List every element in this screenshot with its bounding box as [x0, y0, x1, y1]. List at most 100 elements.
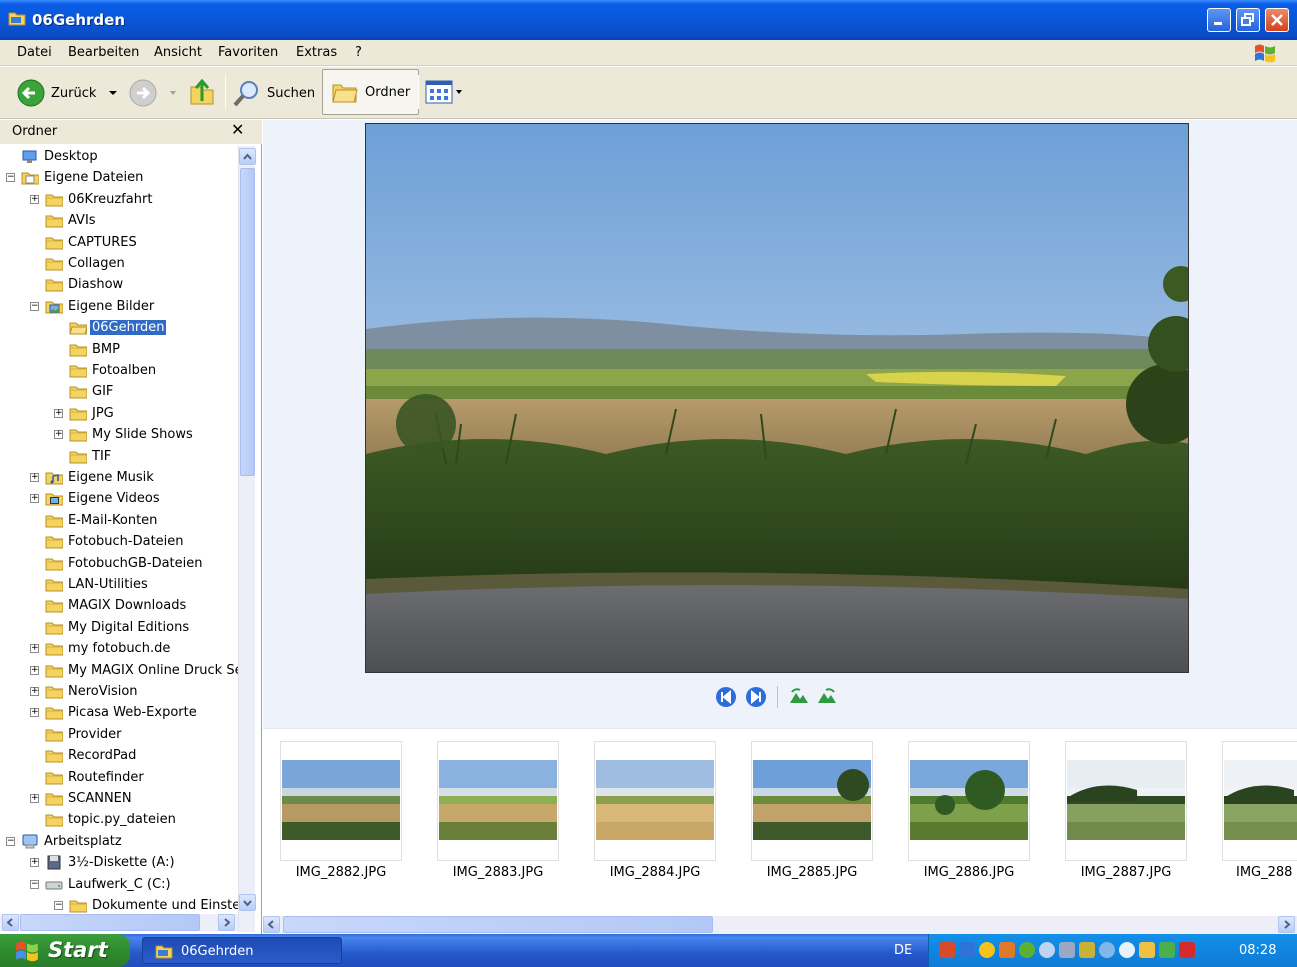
chevron-down-icon[interactable] — [108, 88, 118, 98]
tree-item-tif[interactable]: TIF — [54, 446, 111, 467]
tree-item-avis[interactable]: AVIs — [30, 210, 96, 231]
collapse-icon[interactable]: − — [6, 173, 15, 183]
tree-item-fotobuch-dateien[interactable]: Fotobuch-Dateien — [30, 531, 184, 552]
tree-item-jpg[interactable]: + JPG — [54, 403, 114, 424]
tray-app-icon[interactable] — [979, 942, 995, 958]
tree-item-eigene-videos[interactable]: + Eigene Videos — [30, 488, 160, 509]
tree-item-gif[interactable]: GIF — [54, 381, 113, 402]
tray-app-icon[interactable] — [1059, 942, 1075, 958]
chevron-down-icon[interactable] — [169, 89, 177, 97]
tree-item-desktop[interactable]: Desktop — [6, 146, 98, 167]
tree-item-3-diskette-a[interactable]: +3½-Diskette (A:) — [30, 852, 175, 873]
expand-icon[interactable]: + — [30, 858, 39, 868]
previous-image-icon[interactable] — [715, 686, 737, 708]
tree-item-topic-py-dateien[interactable]: topic.py_dateien — [30, 809, 176, 830]
tree-item-lan-utilities[interactable]: LAN-Utilities — [30, 574, 148, 595]
minimize-button[interactable] — [1207, 8, 1231, 32]
filmstrip-horizontal-scrollbar[interactable] — [263, 916, 1297, 933]
tree-item-collagen[interactable]: Collagen — [30, 253, 125, 274]
tree-item-eigene-dateien[interactable]: − Eigene Dateien — [6, 167, 143, 188]
thumbnail[interactable] — [437, 741, 559, 861]
tree-item-laufwerk-c-c[interactable]: − Laufwerk_C (C:) — [30, 874, 171, 895]
forward-button[interactable] — [129, 79, 177, 107]
tree-item-06gehrden[interactable]: 06Gehrden — [54, 317, 167, 338]
up-folder-button[interactable] — [188, 77, 216, 107]
scroll-left-button[interactable] — [263, 916, 280, 933]
tray-app-icon[interactable] — [1099, 942, 1115, 958]
collapse-icon[interactable]: − — [30, 879, 39, 889]
next-image-icon[interactable] — [745, 686, 767, 708]
tray-app-icon[interactable] — [1139, 942, 1155, 958]
tree-item-e-mail-konten[interactable]: E-Mail-Konten — [30, 510, 157, 531]
expand-icon[interactable]: + — [30, 794, 39, 803]
tray-app-icon[interactable] — [1159, 942, 1175, 958]
expand-icon[interactable]: + — [54, 408, 63, 418]
thumbnail[interactable] — [280, 741, 402, 861]
tray-app-icon[interactable] — [939, 942, 955, 958]
menu-extras[interactable]: Extras — [296, 45, 337, 60]
tree-item-scannen[interactable]: + SCANNEN — [30, 788, 132, 809]
collapse-icon[interactable]: − — [30, 301, 39, 311]
close-pane-icon[interactable]: ✕ — [231, 120, 244, 139]
menu-datei[interactable]: Datei — [17, 45, 52, 60]
views-button[interactable] — [425, 80, 463, 104]
tree-item-routefinder[interactable]: Routefinder — [30, 767, 144, 788]
tree-item-picasa-web-exporte[interactable]: + Picasa Web-Exporte — [30, 702, 197, 723]
rotate-right-icon[interactable] — [816, 687, 838, 707]
expand-icon[interactable]: + — [30, 194, 39, 204]
back-button[interactable]: Zurück — [17, 79, 118, 107]
tree-item-nerovision[interactable]: + NeroVision — [30, 681, 138, 702]
language-indicator[interactable]: DE — [894, 943, 912, 958]
tree-item-eigene-musik[interactable]: + Eigene Musik — [30, 467, 154, 488]
tree-item-my-magix-online-druck-ser[interactable]: + My MAGIX Online Druck Ser — [30, 660, 238, 681]
scroll-up-button[interactable] — [239, 148, 256, 165]
tree-item-my-fotobuch-de[interactable]: + my fotobuch.de — [30, 638, 170, 659]
tree-item-fotobuchgb-dateien[interactable]: FotobuchGB-Dateien — [30, 553, 203, 574]
scroll-thumb[interactable] — [283, 916, 713, 933]
scroll-thumb[interactable] — [240, 168, 255, 476]
tree-horizontal-scrollbar[interactable] — [0, 914, 238, 931]
expand-icon[interactable]: + — [30, 473, 39, 482]
menu-ansicht[interactable]: Ansicht — [154, 45, 202, 60]
menu-favoriten[interactable]: Favoriten — [218, 45, 278, 60]
tree-item-provider[interactable]: Provider — [30, 724, 122, 745]
expand-icon[interactable]: + — [30, 494, 39, 504]
tray-app-icon[interactable] — [1119, 942, 1135, 958]
menu-help[interactable]: ? — [355, 45, 362, 60]
collapse-icon[interactable]: − — [6, 836, 15, 846]
tree-item-06kreuzfahrt[interactable]: +06Kreuzfahrt — [30, 189, 152, 210]
folders-button[interactable]: Ordner — [322, 69, 420, 115]
expand-icon[interactable]: + — [30, 687, 39, 696]
tray-app-icon[interactable] — [1179, 942, 1195, 958]
scroll-thumb[interactable] — [20, 914, 200, 931]
chevron-down-icon[interactable] — [455, 88, 463, 96]
tray-app-icon[interactable] — [959, 942, 975, 958]
photo-preview[interactable] — [365, 123, 1189, 673]
tray-app-icon[interactable] — [1039, 942, 1055, 958]
scroll-right-button[interactable] — [1278, 916, 1295, 933]
restore-button[interactable] — [1236, 8, 1260, 32]
tree-item-my-digital-editions[interactable]: My Digital Editions — [30, 617, 189, 638]
start-button[interactable]: Start — [0, 934, 130, 967]
collapse-icon[interactable]: − — [54, 901, 63, 910]
taskbar-window-06gehrden[interactable]: 06Gehrden — [142, 937, 342, 964]
tree-item-my-slide-shows[interactable]: + My Slide Shows — [54, 424, 193, 445]
tray-app-icon[interactable] — [999, 942, 1015, 958]
tree-item-captures[interactable]: CAPTURES — [30, 232, 137, 253]
thumbnail[interactable] — [1065, 741, 1187, 861]
expand-icon[interactable]: + — [30, 644, 39, 654]
rotate-left-icon[interactable] — [788, 687, 810, 707]
expand-icon[interactable]: + — [54, 430, 63, 440]
tray-app-icon[interactable] — [1019, 942, 1035, 958]
tree-item-eigene-bilder[interactable]: − Eigene Bilder — [30, 296, 154, 317]
tray-app-icon[interactable] — [1079, 942, 1095, 958]
search-button[interactable]: Suchen — [232, 78, 315, 108]
expand-icon[interactable]: + — [30, 708, 39, 718]
expand-icon[interactable]: + — [30, 665, 39, 675]
tree-item-recordpad[interactable]: RecordPad — [30, 745, 136, 766]
tree-item-dokumente-und-einstellu[interactable]: − Dokumente und Einstellu — [54, 895, 238, 916]
thumbnail[interactable] — [751, 741, 873, 861]
tree-vertical-scrollbar[interactable] — [238, 146, 256, 932]
tree-item-bmp[interactable]: BMP — [54, 339, 120, 360]
title-bar[interactable]: 06Gehrden — [0, 0, 1297, 40]
